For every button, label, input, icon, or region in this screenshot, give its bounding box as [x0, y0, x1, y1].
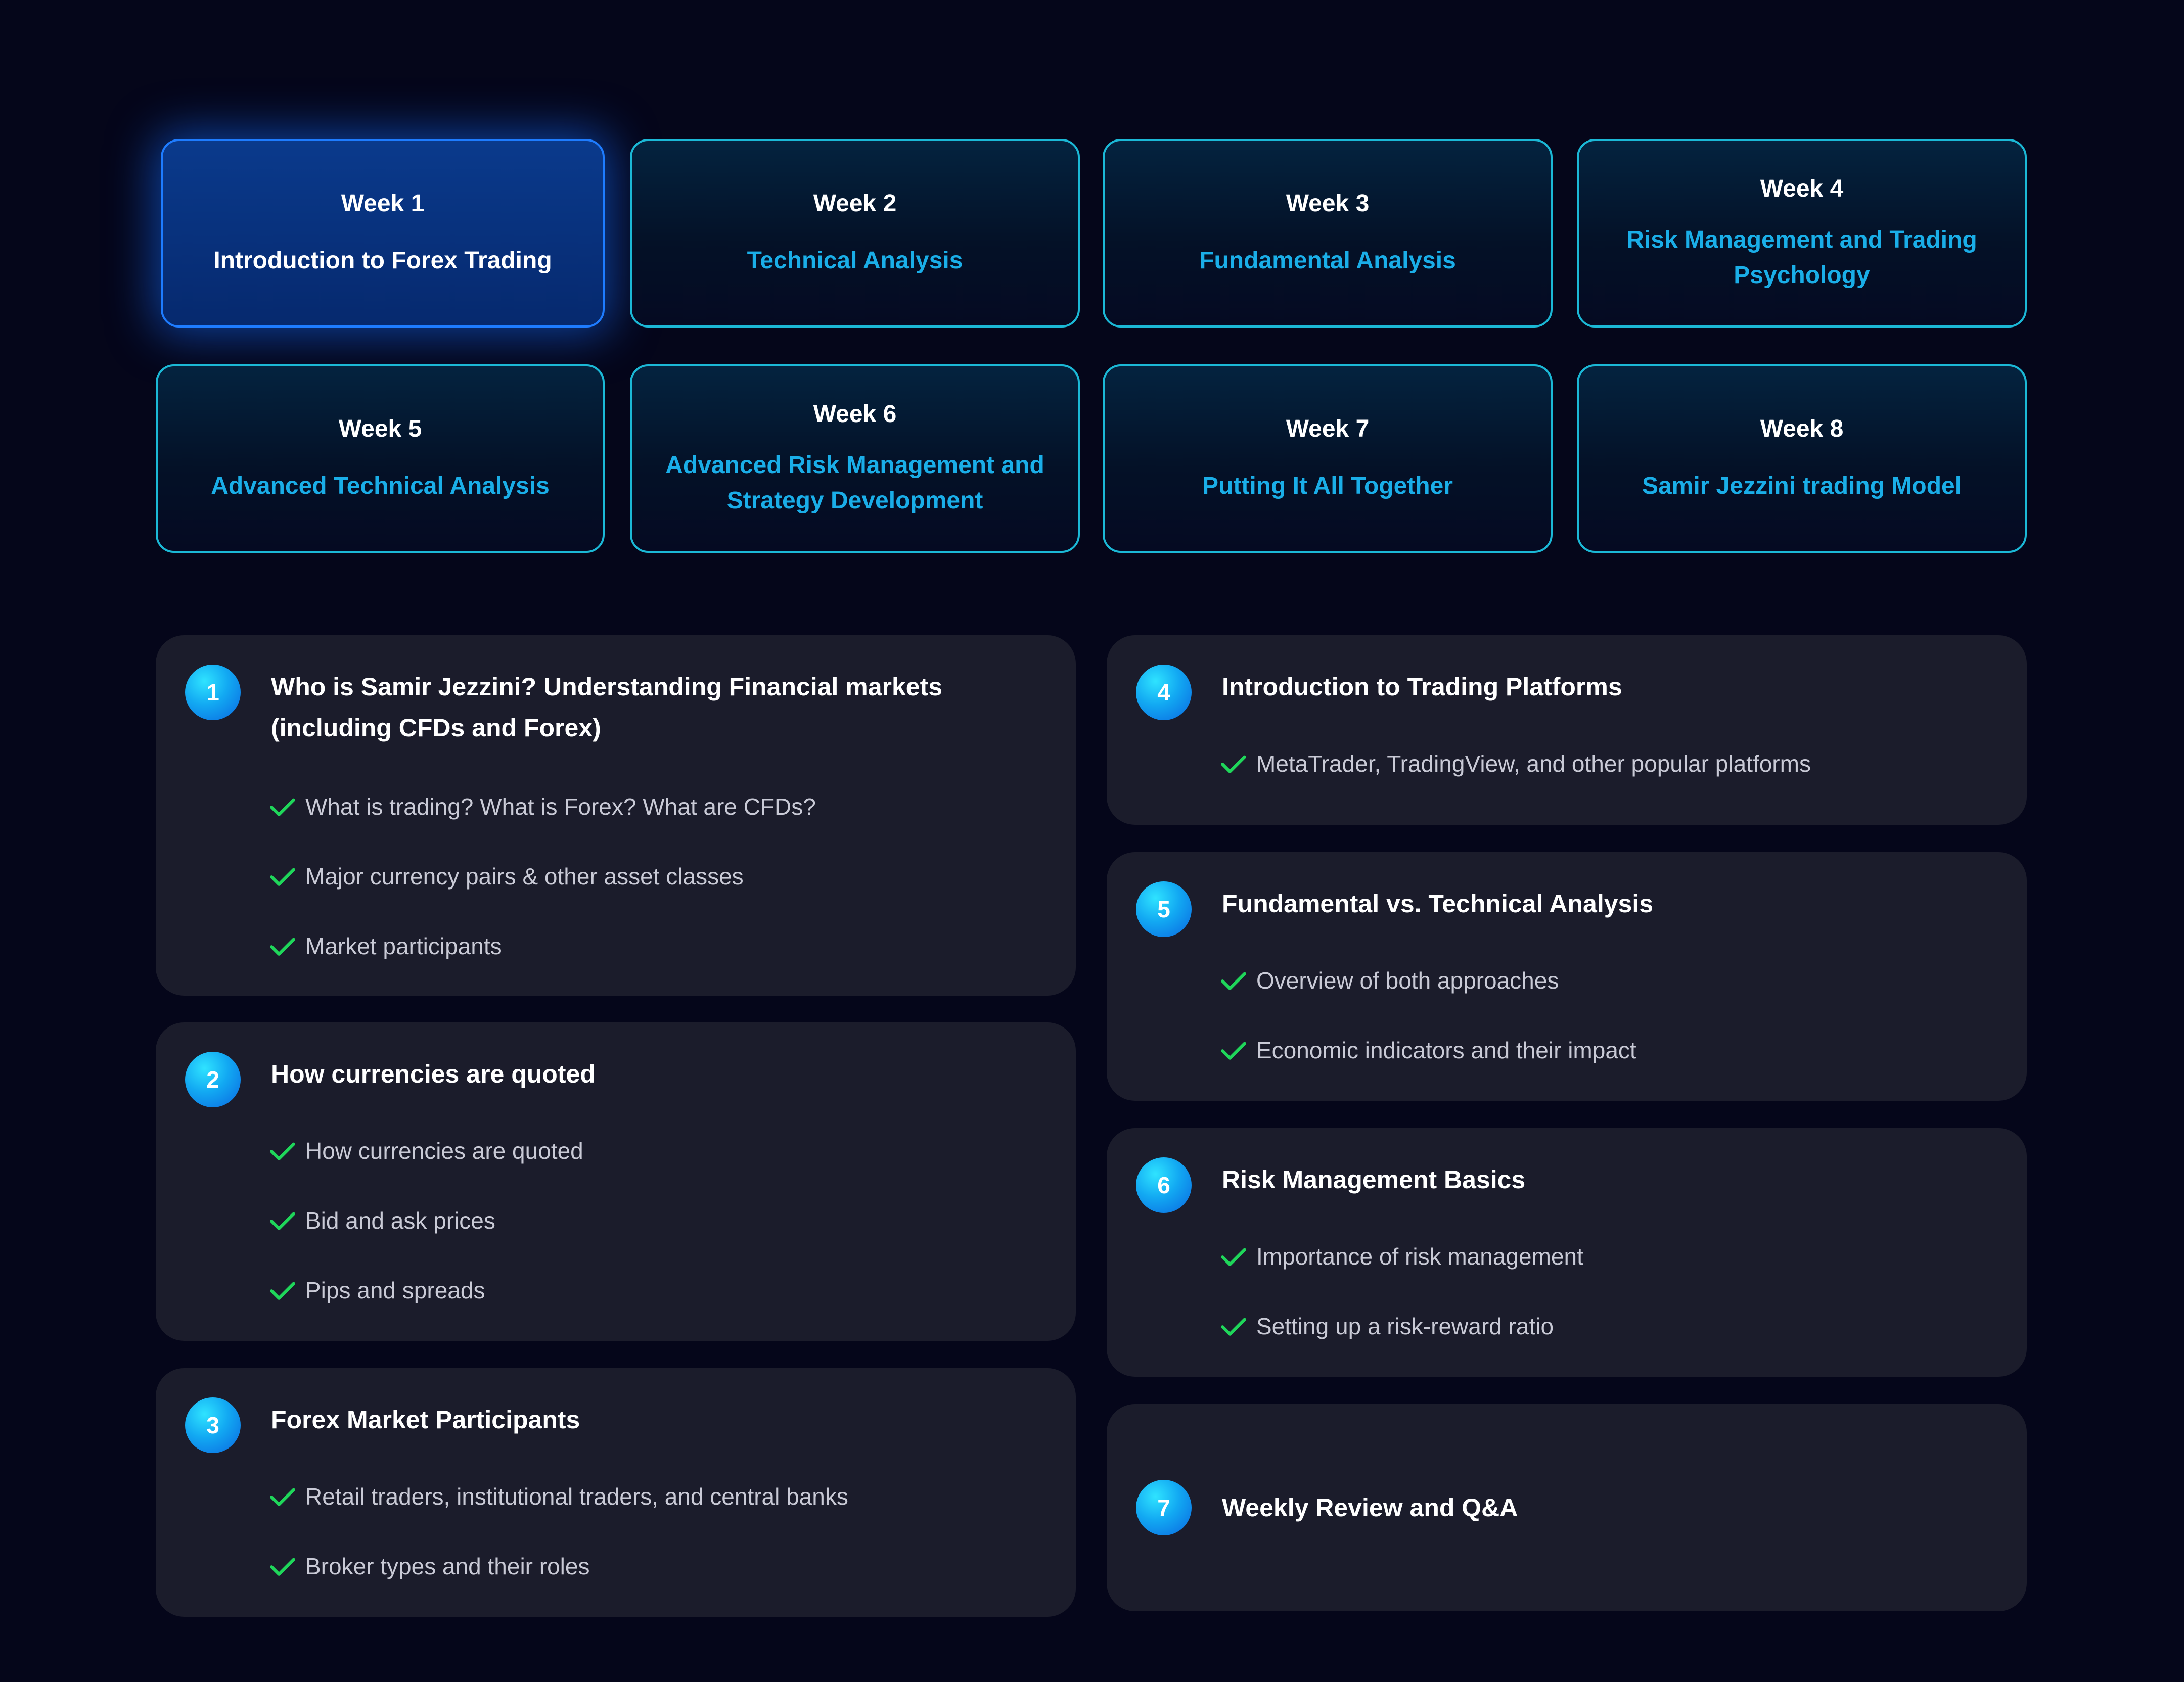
week-title: Advanced Risk Management and Strategy De…	[665, 451, 1044, 514]
lesson-title: Weekly Review and Q&A	[1222, 1493, 1518, 1522]
week-title: Samir Jezzini trading Model	[1642, 472, 1962, 499]
week-label: Week 2	[813, 190, 897, 217]
list-item: What is trading? What is Forex? What are…	[268, 772, 1045, 842]
lesson-number-badge: 6	[1136, 1157, 1192, 1213]
lesson-title: How currencies are quoted	[271, 1060, 596, 1088]
check-icon	[1221, 1318, 1246, 1336]
list-item-text: Pips and spreads	[305, 1277, 485, 1303]
lesson-card-7: 7 Weekly Review and Q&A	[1107, 1404, 2027, 1611]
lesson-card-1: 1 Who is Samir Jezzini? Understanding Fi…	[156, 635, 1076, 996]
lesson-title: Introduction to Trading Platforms	[1222, 673, 1622, 701]
week-title: Fundamental Analysis	[1199, 247, 1456, 274]
week-title: Technical Analysis	[747, 247, 963, 274]
lesson-number-badge: 5	[1136, 881, 1192, 937]
check-icon	[1221, 1042, 1246, 1060]
list-item: Broker types and their roles	[268, 1531, 1045, 1601]
week-label: Week 6	[813, 400, 897, 428]
check-icon	[1221, 972, 1246, 990]
lesson-card-3: 3 Forex Market Participants Retail trade…	[156, 1368, 1076, 1617]
week-tab-6[interactable]: Week 6 Advanced Risk Management and Stra…	[630, 364, 1080, 553]
list-item-text: Economic indicators and their impact	[1256, 1037, 1636, 1063]
list-item: Overview of both approaches	[1219, 946, 1996, 1015]
lesson-number-badge: 3	[185, 1397, 241, 1453]
week-label: Week 8	[1760, 415, 1844, 442]
week-tab-2[interactable]: Week 2 Technical Analysis	[630, 139, 1080, 328]
week-title: Introduction to Forex Trading	[213, 247, 552, 274]
list-item: Retail traders, institutional traders, a…	[268, 1462, 1045, 1531]
lesson-card-6: 6 Risk Management Basics Importance of r…	[1107, 1128, 2027, 1377]
list-item-text: Broker types and their roles	[305, 1553, 590, 1579]
list-item: MetaTrader, TradingView, and other popul…	[1219, 729, 1996, 799]
lesson-number-badge: 4	[1136, 665, 1192, 720]
list-item-text: How currencies are quoted	[305, 1138, 583, 1164]
list-item: Setting up a risk-reward ratio	[1219, 1291, 1996, 1361]
week-title: Putting It All Together	[1202, 472, 1453, 499]
check-icon	[270, 1212, 295, 1230]
list-item: Major currency pairs & other asset class…	[268, 842, 1045, 911]
check-icon	[270, 868, 295, 886]
week-title: Risk Management and Trading Psychology	[1626, 226, 1977, 289]
week-tab-1[interactable]: Week 1 Introduction to Forex Trading	[161, 139, 605, 328]
list-item: Market participants	[268, 911, 1045, 981]
list-item: Economic indicators and their impact	[1219, 1015, 1996, 1085]
week-tab-4[interactable]: Week 4 Risk Management and Trading Psych…	[1577, 139, 2027, 328]
list-item-text: Importance of risk management	[1256, 1243, 1583, 1270]
week-label: Week 3	[1286, 190, 1370, 217]
check-icon	[1221, 1248, 1246, 1266]
check-icon	[1221, 755, 1246, 773]
list-item-text: Setting up a risk-reward ratio	[1256, 1313, 1554, 1339]
lesson-title: Who is Samir Jezzini? Understanding Fina…	[271, 673, 943, 742]
list-item-text: Bid and ask prices	[305, 1207, 495, 1234]
check-icon	[270, 1282, 295, 1300]
lesson-number-badge: 1	[185, 665, 241, 720]
list-item: Pips and spreads	[268, 1255, 1045, 1325]
week-tab-8[interactable]: Week 8 Samir Jezzini trading Model	[1577, 364, 2027, 553]
list-item-text: Market participants	[305, 933, 502, 959]
check-icon	[270, 1142, 295, 1160]
week-label: Week 4	[1760, 175, 1844, 202]
list-item-text: Retail traders, institutional traders, a…	[305, 1483, 848, 1510]
list-item-text: Overview of both approaches	[1256, 967, 1559, 994]
list-item: Importance of risk management	[1219, 1222, 1996, 1291]
list-item: How currencies are quoted	[268, 1116, 1045, 1186]
list-item: Bid and ask prices	[268, 1186, 1045, 1255]
lesson-title: Risk Management Basics	[1222, 1165, 1526, 1194]
lesson-title: Fundamental vs. Technical Analysis	[1222, 890, 1654, 918]
list-item-text: MetaTrader, TradingView, and other popul…	[1256, 751, 1811, 777]
week-tab-5[interactable]: Week 5 Advanced Technical Analysis	[156, 364, 605, 553]
check-icon	[270, 938, 295, 956]
check-icon	[270, 798, 295, 816]
week-title: Advanced Technical Analysis	[211, 472, 550, 499]
lesson-number-badge: 7	[1136, 1480, 1192, 1535]
check-icon	[270, 1488, 295, 1506]
week-label: Week 1	[341, 190, 425, 217]
lesson-card-2: 2 How currencies are quoted How currenci…	[156, 1022, 1076, 1341]
lesson-card-4: 4 Introduction to Trading Platforms Meta…	[1107, 635, 2027, 825]
week-label: Week 5	[338, 415, 422, 442]
week-tab-7[interactable]: Week 7 Putting It All Together	[1103, 364, 1553, 553]
check-icon	[270, 1558, 295, 1576]
list-item-text: What is trading? What is Forex? What are…	[305, 793, 816, 820]
lesson-card-5: 5 Fundamental vs. Technical Analysis Ove…	[1107, 852, 2027, 1101]
lesson-title: Forex Market Participants	[271, 1406, 580, 1434]
list-item-text: Major currency pairs & other asset class…	[305, 863, 744, 890]
week-label: Week 7	[1286, 415, 1370, 442]
lesson-number-badge: 2	[185, 1052, 241, 1107]
week-tab-3[interactable]: Week 3 Fundamental Analysis	[1103, 139, 1553, 328]
